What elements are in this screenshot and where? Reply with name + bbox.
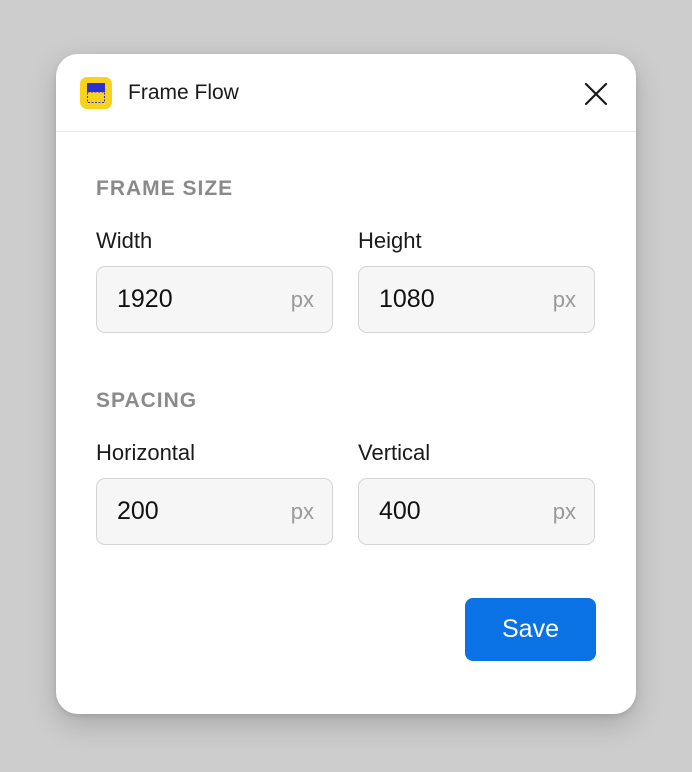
horizontal-label: Horizontal [96,440,196,465]
width-field[interactable]: px [96,266,333,333]
vertical-label: Vertical [358,440,431,465]
vertical-field[interactable]: px [358,478,595,545]
frame-flow-dialog: Frame Flow FRAME SIZE Width px Height px… [56,54,636,714]
frame-size-heading: FRAME SIZE [96,177,234,200]
height-unit: px [552,287,576,312]
horizontal-input[interactable] [117,479,267,543]
width-label: Width [96,228,153,253]
close-icon[interactable] [578,76,614,112]
width-unit: px [290,287,314,312]
title-bar: Frame Flow [56,54,636,132]
horizontal-unit: px [290,499,314,524]
window-title: Frame Flow [128,81,239,104]
spacing-heading: SPACING [96,389,198,412]
save-button[interactable]: Save [465,598,596,661]
frame-flow-app-icon [80,77,112,109]
height-input[interactable] [379,267,529,331]
height-label: Height [358,228,422,253]
vertical-input[interactable] [379,479,529,543]
horizontal-field[interactable]: px [96,478,333,545]
width-input[interactable] [117,267,267,331]
vertical-unit: px [552,499,576,524]
height-field[interactable]: px [358,266,595,333]
